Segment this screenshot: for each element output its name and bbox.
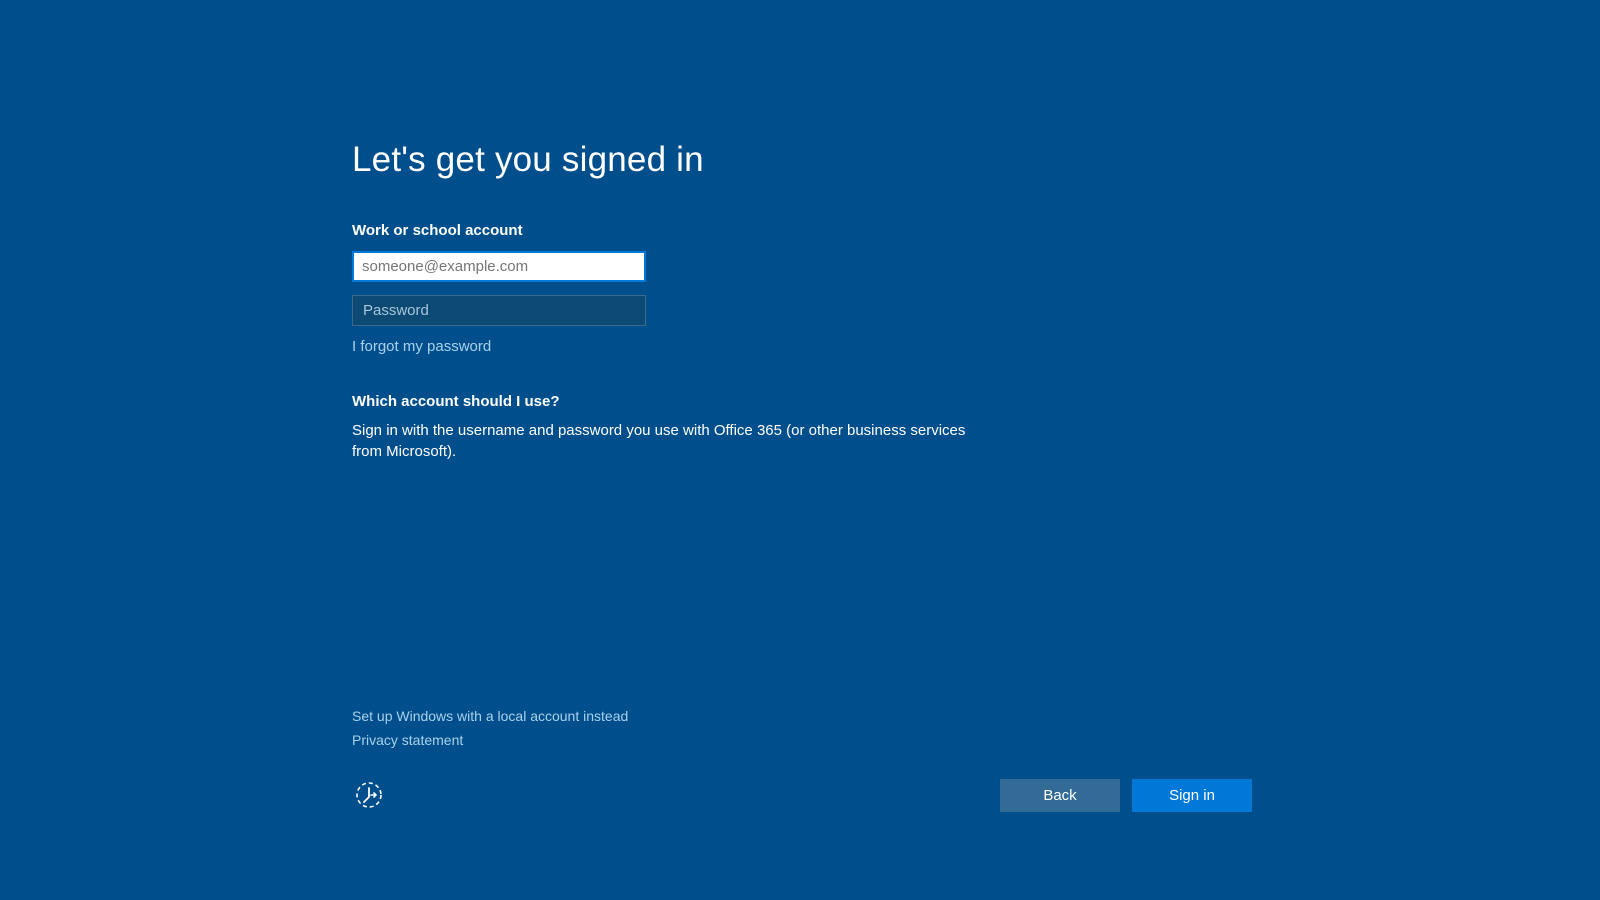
footer-row: Back Sign in <box>352 778 1252 812</box>
forgot-password-link[interactable]: I forgot my password <box>352 338 491 355</box>
ease-of-access-glyph <box>353 779 385 811</box>
ease-of-access-icon[interactable] <box>352 778 386 812</box>
email-field[interactable] <box>352 251 646 282</box>
signin-button[interactable]: Sign in <box>1132 779 1252 812</box>
bottom-links: Set up Windows with a local account inst… <box>352 708 628 756</box>
help-body: Sign in with the username and password y… <box>352 420 992 462</box>
back-button[interactable]: Back <box>1000 779 1120 812</box>
page-title: Let's get you signed in <box>352 140 992 180</box>
local-account-link[interactable]: Set up Windows with a local account inst… <box>352 708 628 724</box>
account-label: Work or school account <box>352 222 992 239</box>
action-buttons: Back Sign in <box>1000 779 1252 812</box>
help-heading: Which account should I use? <box>352 393 992 410</box>
signin-panel: Let's get you signed in Work or school a… <box>352 140 992 462</box>
password-field[interactable] <box>352 295 646 326</box>
privacy-statement-link[interactable]: Privacy statement <box>352 732 628 748</box>
